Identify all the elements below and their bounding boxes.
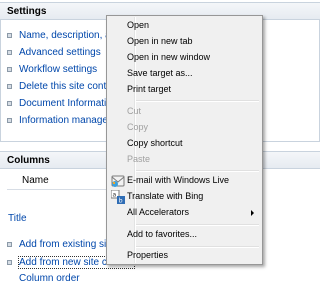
settings-title: Settings (7, 6, 47, 17)
menu-item-copy-shortcut[interactable]: Copy shortcut (109, 136, 260, 152)
windows-live-icon (111, 175, 125, 187)
svg-text:a: a (113, 192, 117, 199)
menu-item-save-target[interactable]: Save target as... (109, 66, 260, 82)
menu-item-open-new-window[interactable]: Open in new window (109, 50, 260, 66)
column-row-title[interactable]: Title (8, 213, 27, 224)
column-order-link[interactable]: Column order (19, 273, 80, 284)
menu-item-open[interactable]: Open (109, 18, 260, 34)
menu-item-open-new-tab[interactable]: Open in new tab (109, 34, 260, 50)
menu-item-paste[interactable]: Paste (109, 152, 260, 168)
svg-text:b: b (119, 198, 123, 204)
columns-title: Columns (7, 155, 50, 166)
menu-separator (136, 224, 259, 226)
bullet-icon (7, 242, 12, 247)
bullet-icon (7, 260, 12, 265)
bullet-icon (7, 50, 12, 55)
bullet-icon (7, 33, 12, 38)
bullet-icon (7, 101, 12, 106)
menu-item-cut[interactable]: Cut (109, 104, 260, 120)
submenu-arrow-icon (251, 210, 254, 216)
menu-item-copy[interactable]: Copy (109, 120, 260, 136)
menu-separator (136, 100, 259, 102)
menu-item-print-target[interactable]: Print target (109, 82, 260, 98)
bullet-icon (7, 67, 12, 72)
bullet-icon (7, 84, 12, 89)
menu-item-all-accelerators[interactable]: All Accelerators (109, 205, 260, 221)
menu-item-properties[interactable]: Properties (109, 248, 260, 264)
column-name-header: Name (22, 175, 49, 186)
bullet-icon (7, 118, 12, 123)
menu-item-add-favorites[interactable]: Add to favorites... (109, 227, 260, 243)
menu-item-translate-bing[interactable]: a b Translate with Bing (109, 189, 260, 205)
menu-item-email-windows-live[interactable]: E-mail with Windows Live (109, 173, 260, 189)
menu-separator (136, 170, 259, 172)
translate-icon: a b (111, 190, 125, 204)
context-menu: Open Open in new tab Open in new window … (106, 15, 263, 265)
column-header-divider (7, 189, 117, 190)
